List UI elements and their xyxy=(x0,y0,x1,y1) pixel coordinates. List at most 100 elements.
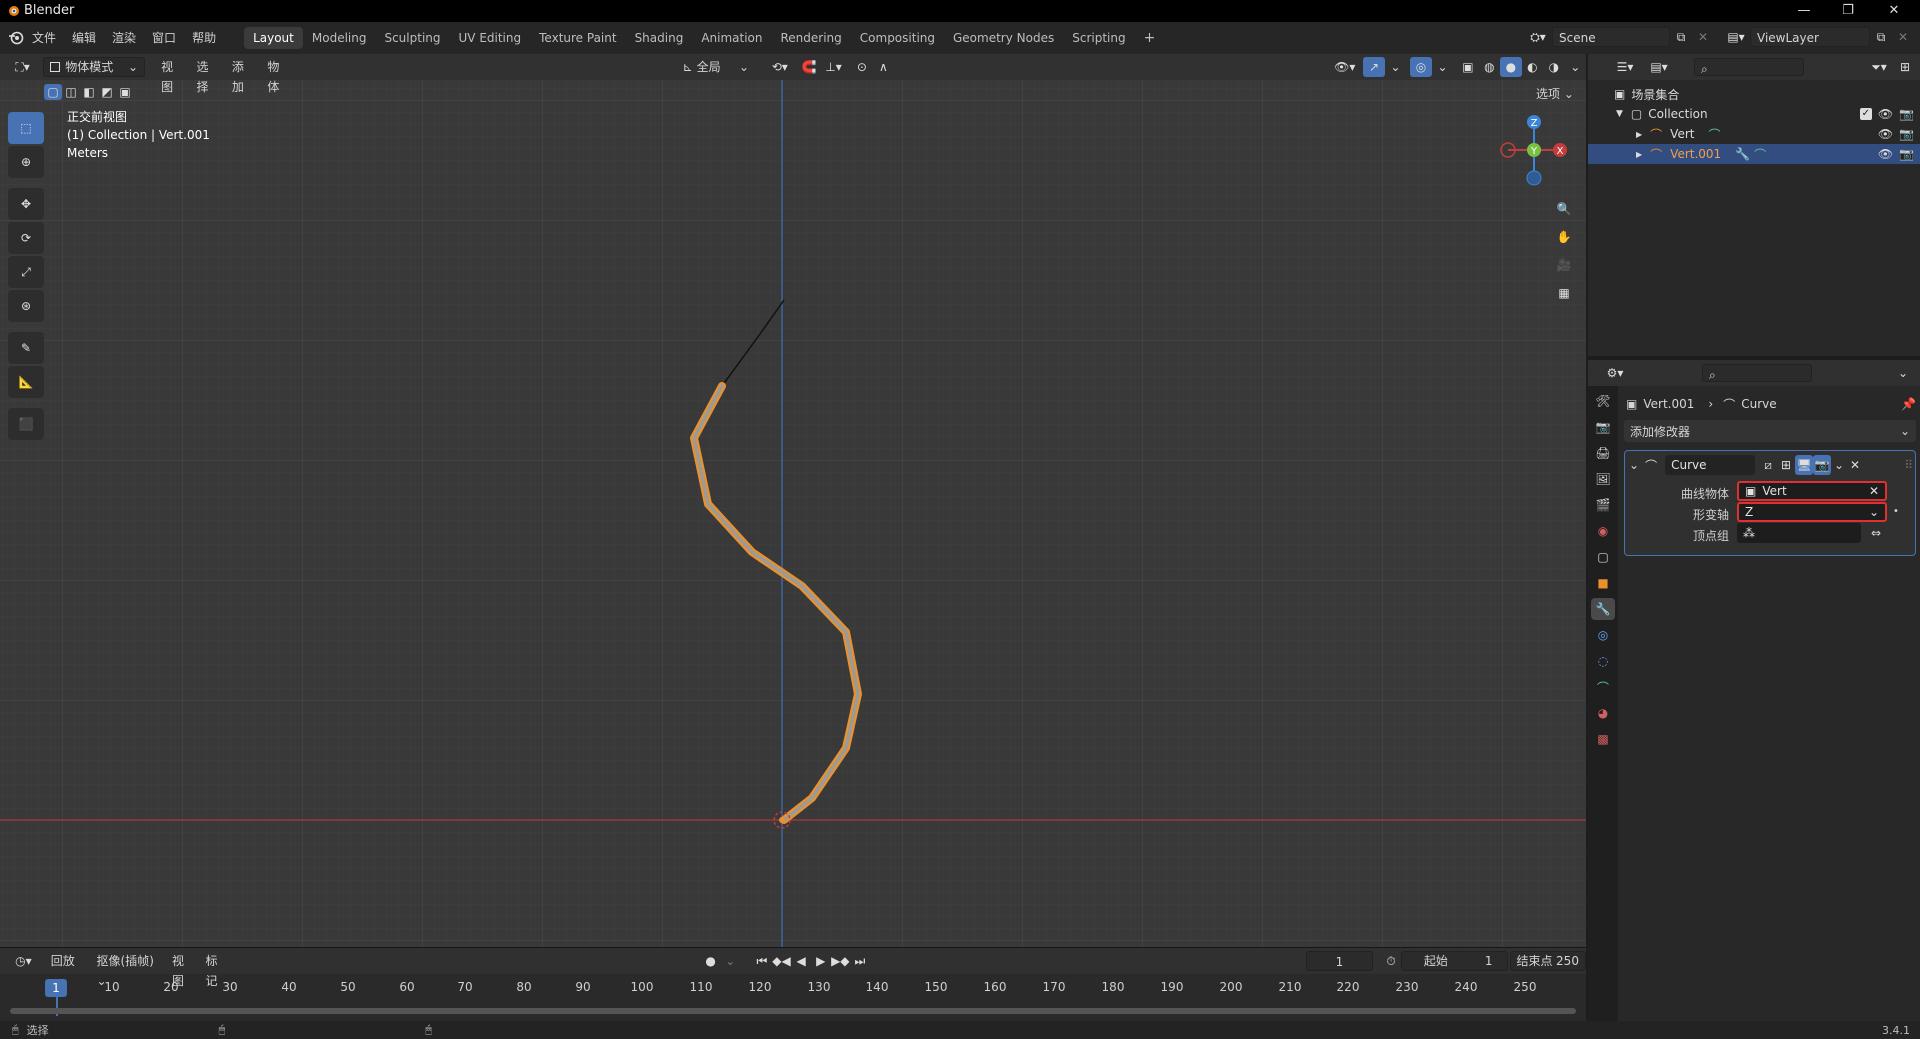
falloff-icon[interactable]: ∧ xyxy=(873,57,894,77)
preview-range-icon[interactable]: ⏱ xyxy=(1381,951,1401,971)
camera-icon[interactable]: 📷 xyxy=(1899,107,1914,121)
material-tab-icon[interactable]: ◕ xyxy=(1591,702,1615,724)
frame-ruler[interactable]: 1 10 20 30 40 50 60 70 80 90 100 110 120… xyxy=(0,974,1586,1022)
jump-end-icon[interactable]: ⏭ xyxy=(850,951,870,971)
play-reverse-icon[interactable]: ◀ xyxy=(791,951,811,971)
tab-compositing[interactable]: Compositing xyxy=(851,27,944,49)
tab-modeling[interactable]: Modeling xyxy=(303,27,376,49)
snap-target-icon[interactable]: ⊥▾ xyxy=(820,57,847,77)
transform-tool-icon[interactable]: ⊛ xyxy=(8,290,44,322)
gizmo-dropdown-icon[interactable]: ⌄ xyxy=(1385,57,1406,77)
timeline-scrollbar[interactable] xyxy=(10,1008,1576,1014)
clock-editor-icon[interactable]: ◷▾ xyxy=(10,951,37,971)
next-keyframe-icon[interactable]: ▶◆ xyxy=(831,951,851,971)
visibility-icon[interactable]: 👁▾ xyxy=(1330,57,1359,77)
menu-add[interactable]: 添加 xyxy=(226,57,261,94)
output-tab-icon[interactable]: 🖨 xyxy=(1591,442,1615,464)
outliner[interactable]: ☰▾ ▤▾ ⌕ ⏷▾ ⊞ ▣ 场景集合 ▼ ▢ Collection ✓ 👁 📷… xyxy=(1588,54,1920,356)
jump-start-icon[interactable]: ⏮ xyxy=(752,951,772,971)
modifier-menu-icon[interactable]: ⌄ xyxy=(1831,455,1847,475)
outliner-collection[interactable]: ▼ ▢ Collection ✓ 👁 📷 xyxy=(1588,104,1920,124)
remove-modifier-icon[interactable]: ✕ xyxy=(1847,455,1863,475)
exclude-checkbox[interactable]: ✓ xyxy=(1859,108,1872,120)
view-layer-tab-icon[interactable]: 🖼 xyxy=(1591,468,1615,490)
particles-tab-icon[interactable]: ◎ xyxy=(1591,624,1615,646)
solid-shading-icon[interactable]: ● xyxy=(1500,57,1522,77)
eye-icon[interactable]: 👁 xyxy=(1878,107,1893,121)
menu-render[interactable]: 渲染 xyxy=(104,22,144,54)
menu-select[interactable]: 选择 xyxy=(190,57,225,94)
overlay-toggle-icon[interactable]: ◎ xyxy=(1410,57,1432,77)
pivot-point-icon[interactable]: ⟲▾ xyxy=(765,57,794,77)
collection-tab-icon[interactable]: ▢ xyxy=(1591,546,1615,568)
tab-sculpting[interactable]: Sculpting xyxy=(375,27,449,49)
delete-viewlayer-icon[interactable]: ✕ xyxy=(1892,27,1914,47)
xray-toggle-icon[interactable]: ▣ xyxy=(1457,57,1478,77)
select-new-icon[interactable]: ▢ xyxy=(44,84,62,100)
expand-arrow-icon[interactable]: ▶ xyxy=(1636,150,1642,159)
invert-vertex-group-icon[interactable]: ⇔ xyxy=(1865,523,1887,543)
object-tab-icon[interactable]: ■ xyxy=(1591,572,1615,594)
filter-icon[interactable]: ⏷▾ xyxy=(1864,57,1894,77)
new-viewlayer-icon[interactable]: ⧉ xyxy=(1870,27,1892,47)
data-tab-icon[interactable]: ⌒ xyxy=(1591,676,1615,698)
collapse-chevron-icon[interactable]: ⌄ xyxy=(1629,458,1639,472)
start-frame-field[interactable]: 起始 1 xyxy=(1400,951,1508,971)
gizmo-toggle-icon[interactable]: ↗ xyxy=(1363,57,1385,77)
expand-arrow-icon[interactable]: ▶ xyxy=(1636,130,1642,139)
viewport-toggle-icon[interactable]: 🖥 xyxy=(1795,455,1814,475)
display-mode-icon[interactable]: ▤▾ xyxy=(1644,57,1674,77)
properties-search-input[interactable]: ⌕ xyxy=(1702,364,1812,382)
render-toggle-icon[interactable]: 📷 xyxy=(1813,455,1832,475)
outliner-search-input[interactable]: ⌕ xyxy=(1694,58,1804,76)
restore-button[interactable]: ❐ xyxy=(1826,0,1870,22)
scale-tool-icon[interactable]: ⤢ xyxy=(8,256,44,288)
viewport-canvas[interactable] xyxy=(0,54,1586,947)
modifier-name-field[interactable]: Curve xyxy=(1665,455,1756,475)
add-modifier-button[interactable]: 添加修改器 ⌄ xyxy=(1624,420,1916,442)
edit-mode-toggle-icon[interactable]: ⧄ xyxy=(1759,455,1777,475)
deform-axis-select[interactable]: Z ⌄ xyxy=(1737,502,1887,522)
new-collection-icon[interactable]: ⊞ xyxy=(1894,57,1916,77)
viewlayer-name-field[interactable]: ViewLayer xyxy=(1750,27,1870,47)
texture-tab-icon[interactable]: ▩ xyxy=(1591,728,1615,750)
keying-dropdown-icon[interactable]: ⌄ xyxy=(720,951,740,971)
play-icon[interactable]: ▶ xyxy=(811,951,831,971)
eye-icon[interactable]: 👁 xyxy=(1878,147,1893,161)
tab-animation[interactable]: Animation xyxy=(692,27,771,49)
outliner-scene-collection[interactable]: ▣ 场景集合 xyxy=(1588,84,1920,104)
outliner-item-vert[interactable]: ▶ ⌒ Vert ⌒ 👁 📷 xyxy=(1588,124,1920,144)
proportional-edit-icon[interactable]: ⊙ xyxy=(851,57,872,77)
select-difference-icon[interactable]: ◩ xyxy=(98,84,116,100)
annotate-tool-icon[interactable]: ✎ xyxy=(8,332,44,364)
menu-file[interactable]: 文件 xyxy=(24,22,64,54)
physics-tab-icon[interactable]: ◌ xyxy=(1591,650,1615,672)
transform-orientation-selector[interactable]: ⊾ 全局 ⌄ xyxy=(677,57,755,77)
end-frame-field[interactable]: 结束点 250 xyxy=(1509,951,1586,971)
scene-tab-icon[interactable]: 🎬 xyxy=(1591,494,1615,516)
add-cube-tool-icon[interactable]: ⬛ xyxy=(8,408,44,440)
cursor-tool-icon[interactable]: ⊕ xyxy=(8,146,44,178)
mode-selector[interactable]: 物体模式 ⌄ xyxy=(43,57,146,77)
select-subtract-icon[interactable]: ◧ xyxy=(80,84,98,100)
tab-uv-editing[interactable]: UV Editing xyxy=(450,27,531,49)
scene-selector[interactable]: ⛭▾ Scene ⧉ ✕ xyxy=(1524,27,1714,47)
tab-texture-paint[interactable]: Texture Paint xyxy=(530,27,625,49)
delete-scene-icon[interactable]: ✕ xyxy=(1692,27,1714,47)
options-chevron-icon[interactable]: ⌄ xyxy=(1892,363,1914,383)
render-tab-icon[interactable]: 📷 xyxy=(1591,416,1615,438)
timeline-view-menu[interactable]: 视图 xyxy=(166,951,199,988)
blender-menu-icon[interactable] xyxy=(8,30,24,46)
overlay-dropdown-icon[interactable]: ⌄ xyxy=(1432,57,1453,77)
expand-arrow-icon[interactable]: ▼ xyxy=(1616,109,1623,119)
menu-object[interactable]: 物体 xyxy=(261,57,296,94)
properties-editor[interactable]: ⚙▾ ⌕ ⌄ 🛠 📷 🖨 🖼 🎬 ◉ ▢ ■ 🔧 ◎ ◌ ⌒ ◕ ▩ ▣ Ver… xyxy=(1588,360,1920,1021)
rotate-tool-icon[interactable]: ⟳ xyxy=(8,222,44,254)
menu-window[interactable]: 窗口 xyxy=(144,22,184,54)
select-box-tool-icon[interactable]: ⬚ xyxy=(8,112,44,144)
vertex-group-field[interactable]: ⁂ xyxy=(1737,523,1861,543)
drag-handle-icon[interactable]: ⠿ xyxy=(1904,458,1913,472)
viewlayer-selector[interactable]: ▤▾ ViewLayer ⧉ ✕ xyxy=(1722,27,1914,47)
rendered-shading-icon[interactable]: ◑ xyxy=(1543,57,1564,77)
menu-edit[interactable]: 编辑 xyxy=(64,22,104,54)
